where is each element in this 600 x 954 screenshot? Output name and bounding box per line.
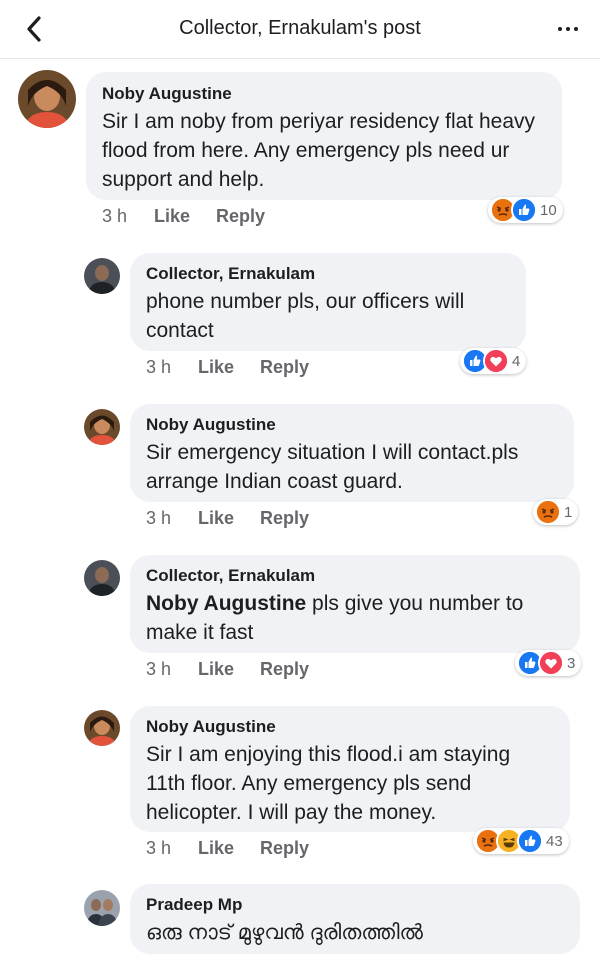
- comment-time[interactable]: 3 h: [146, 357, 198, 378]
- comment-author[interactable]: Noby Augustine: [146, 415, 558, 435]
- reply-link[interactable]: Reply: [260, 508, 309, 529]
- profile-photo-icon: [18, 70, 76, 128]
- reaction-count: 4: [512, 352, 521, 370]
- comment-bubble[interactable]: Collector, Ernakulam phone number pls, o…: [130, 253, 526, 351]
- comment-actions: 3 h Like Reply: [146, 508, 309, 529]
- profile-photo-icon: [84, 409, 120, 445]
- comment-text: Noby Augustine pls give you number to ma…: [146, 589, 564, 647]
- comment-bubble[interactable]: Noby Augustine Sir I am enjoying this fl…: [130, 706, 570, 832]
- comment-actions: 3 h Like Reply: [146, 659, 309, 680]
- comment-bubble[interactable]: Noby Augustine Sir emergency situation I…: [130, 404, 574, 502]
- reaction-count: 10: [540, 201, 557, 219]
- comment-time[interactable]: 3 h: [102, 206, 154, 227]
- comment-time[interactable]: 3 h: [146, 508, 198, 529]
- reaction-summary[interactable]: 10: [488, 197, 563, 223]
- reply-link[interactable]: Reply: [260, 659, 309, 680]
- profile-photo-icon: [84, 560, 120, 596]
- comment-time[interactable]: 3 h: [146, 659, 198, 680]
- profile-photo-icon: [84, 258, 120, 294]
- like-reaction-icon: [511, 197, 537, 223]
- comment-text: Sir emergency situation I will contact.p…: [146, 441, 519, 493]
- like-link[interactable]: Like: [198, 838, 260, 859]
- reply-link[interactable]: Reply: [260, 357, 309, 378]
- angry-reaction-icon: [535, 499, 561, 525]
- comment-text: Sir I am noby from periyar residency fla…: [102, 110, 536, 191]
- avatar[interactable]: [84, 710, 120, 746]
- avatar[interactable]: [84, 409, 120, 445]
- comment-author[interactable]: Noby Augustine: [146, 717, 554, 737]
- comment-author[interactable]: Pradeep Mp: [146, 895, 564, 915]
- comment-text: Sir I am enjoying this flood.i am stayin…: [146, 743, 511, 824]
- profile-photo-icon: [84, 890, 120, 926]
- comment-time[interactable]: 3 h: [146, 838, 198, 859]
- like-link[interactable]: Like: [198, 357, 260, 378]
- comment-author[interactable]: Collector, Ernakulam: [146, 264, 510, 284]
- comment-actions: 3 h Like Reply: [146, 357, 309, 378]
- profile-photo-icon: [84, 710, 120, 746]
- love-reaction-icon: [538, 650, 564, 676]
- more-icon: [558, 27, 578, 31]
- post-header: Collector, Ernakulam's post: [0, 0, 600, 59]
- avatar[interactable]: [84, 890, 120, 926]
- reaction-count: 1: [564, 503, 573, 521]
- reaction-count: 3: [567, 654, 576, 672]
- reply-link[interactable]: Reply: [216, 206, 265, 227]
- like-link[interactable]: Like: [198, 508, 260, 529]
- page-title: Collector, Ernakulam's post: [179, 17, 421, 39]
- mention-link[interactable]: Noby Augustine: [146, 592, 306, 615]
- like-link[interactable]: Like: [154, 206, 216, 227]
- comment-text: phone number pls, our officers will cont…: [146, 290, 465, 342]
- reaction-count: 43: [546, 832, 563, 850]
- comment-actions: 3 h Like Reply: [146, 838, 309, 859]
- reaction-summary[interactable]: 4: [460, 348, 527, 374]
- comment-author[interactable]: Collector, Ernakulam: [146, 566, 564, 586]
- comment-bubble[interactable]: Noby Augustine Sir I am noby from periya…: [86, 72, 562, 200]
- like-reaction-icon: [517, 828, 543, 854]
- love-reaction-icon: [483, 348, 509, 374]
- comment-actions: 3 h Like Reply: [102, 206, 265, 227]
- avatar[interactable]: [84, 258, 120, 294]
- comment-text: ഒരു നാട് മുഴുവൻ ദുരിതത്തിൽ: [146, 921, 423, 944]
- reply-link[interactable]: Reply: [260, 838, 309, 859]
- reaction-summary[interactable]: 3: [515, 650, 582, 676]
- comment-author[interactable]: Noby Augustine: [102, 84, 546, 104]
- reaction-summary[interactable]: 43: [473, 828, 569, 854]
- avatar[interactable]: [18, 70, 76, 128]
- comment-bubble[interactable]: Collector, Ernakulam Noby Augustine pls …: [130, 555, 580, 653]
- like-link[interactable]: Like: [198, 659, 260, 680]
- more-options-button[interactable]: [550, 14, 586, 44]
- comment-bubble[interactable]: Pradeep Mp ഒരു നാട് മുഴുവൻ ദുരിതത്തിൽ: [130, 884, 580, 954]
- reaction-summary[interactable]: 1: [533, 499, 579, 525]
- avatar[interactable]: [84, 560, 120, 596]
